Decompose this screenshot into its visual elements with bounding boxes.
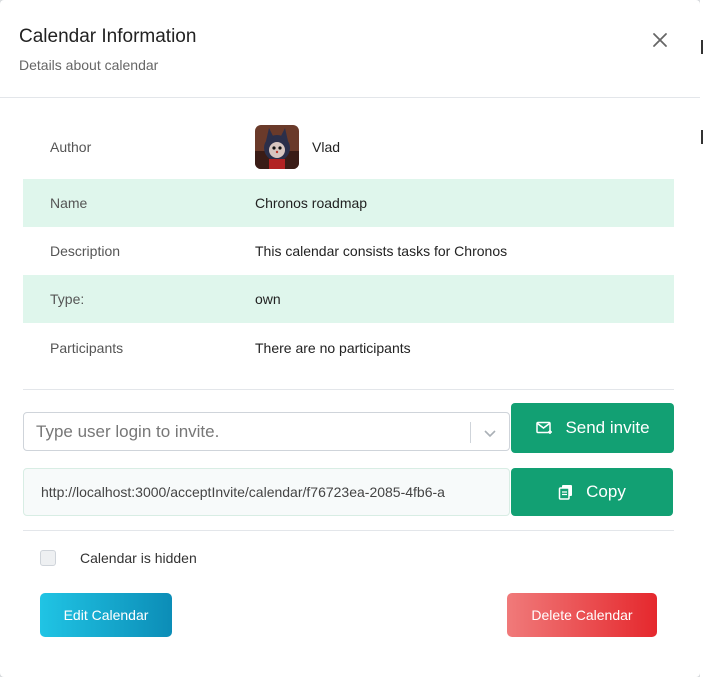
divider bbox=[23, 530, 674, 531]
select-separator bbox=[470, 422, 471, 443]
copy-label: Copy bbox=[586, 482, 626, 501]
description-value: This calendar consists tasks for Chronos bbox=[255, 243, 508, 259]
invite-placeholder: Type user login to invite. bbox=[36, 422, 220, 441]
name-row: Name Chronos roadmap bbox=[23, 179, 674, 227]
modal-title: Calendar Information bbox=[19, 26, 197, 47]
divider bbox=[23, 389, 674, 390]
type-label: Type: bbox=[50, 291, 85, 307]
author-row: Author Vlad bbox=[23, 115, 674, 179]
calendar-details-table: Author Vlad Name Chronos roadmap Descrip… bbox=[23, 115, 674, 373]
edit-calendar-button[interactable]: Edit Calendar bbox=[40, 593, 172, 637]
name-value: Chronos roadmap bbox=[255, 195, 368, 211]
invite-link-field[interactable]: http://localhost:3000/acceptInvite/calen… bbox=[23, 468, 510, 516]
author-name: Vlad bbox=[312, 139, 341, 155]
avatar bbox=[255, 125, 299, 169]
type-value: own bbox=[255, 291, 281, 307]
close-button[interactable] bbox=[648, 28, 672, 52]
modal-subtitle: Details about calendar bbox=[19, 57, 159, 73]
send-invite-label: Send invite bbox=[565, 418, 650, 437]
copy-icon bbox=[558, 485, 573, 500]
author-label: Author bbox=[50, 139, 92, 155]
name-label: Name bbox=[50, 195, 88, 211]
invite-link-text: http://localhost:3000/acceptInvite/calen… bbox=[41, 484, 445, 500]
description-row: Description This calendar consists tasks… bbox=[23, 227, 674, 275]
participants-row: Participants There are no participants bbox=[23, 323, 674, 373]
invite-user-select[interactable]: Type user login to invite. bbox=[23, 412, 510, 451]
mail-plus-icon bbox=[536, 421, 553, 434]
close-icon bbox=[653, 33, 667, 47]
delete-calendar-button[interactable]: Delete Calendar bbox=[507, 593, 657, 637]
description-label: Description bbox=[50, 243, 121, 259]
modal-header: Calendar Information Details about calen… bbox=[0, 0, 700, 98]
copy-button[interactable]: Copy bbox=[511, 468, 673, 516]
hidden-checkbox-label: Calendar is hidden bbox=[80, 550, 197, 566]
chevron-down-icon[interactable] bbox=[482, 425, 498, 441]
participants-label: Participants bbox=[50, 340, 124, 356]
send-invite-button[interactable]: Send invite bbox=[511, 403, 674, 453]
calendar-info-modal: Calendar Information Details about calen… bbox=[0, 0, 700, 677]
hidden-checkbox[interactable] bbox=[40, 550, 56, 566]
author-value: Vlad bbox=[255, 125, 340, 169]
participants-value: There are no participants bbox=[255, 340, 411, 356]
type-row: Type: own bbox=[23, 275, 674, 323]
